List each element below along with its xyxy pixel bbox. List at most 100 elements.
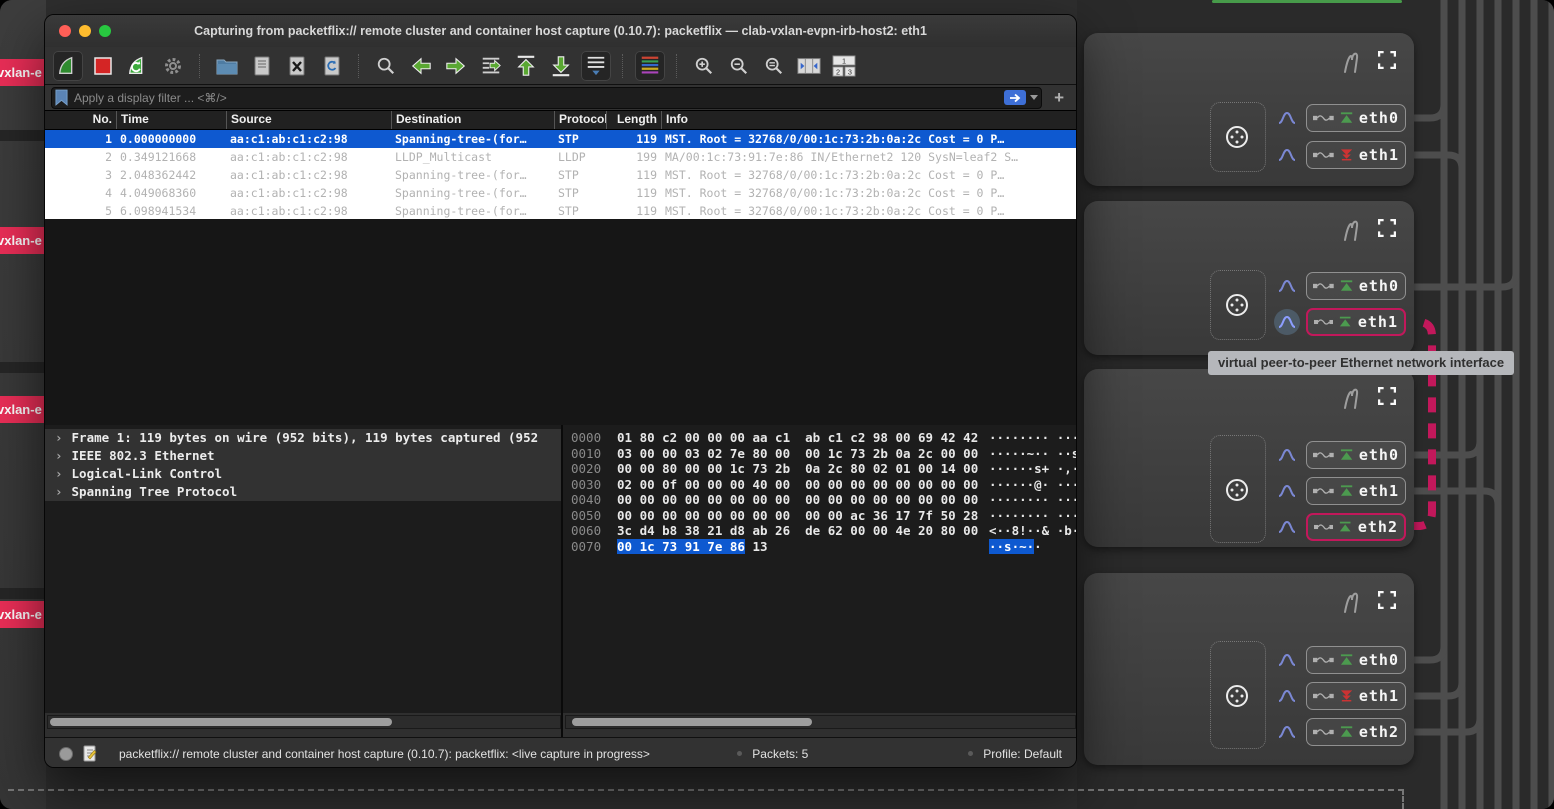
capture-comment-icon[interactable] <box>83 745 97 762</box>
chevron-icon[interactable]: › <box>55 484 63 499</box>
capture-wave-icon[interactable] <box>1274 478 1300 504</box>
save-file-button[interactable] <box>247 51 277 81</box>
packet-row[interactable]: 20.349121668aa:c1:ab:c1:c2:98LLDP_Multic… <box>45 148 1076 166</box>
packet-row[interactable]: 10.000000000aa:c1:ab:c1:c2:98Spanning-tr… <box>45 130 1076 148</box>
filter-bookmark-icon[interactable] <box>55 89 68 106</box>
interface-row: eth2 <box>1274 718 1406 746</box>
capture-wave-icon[interactable] <box>1274 647 1300 673</box>
resize-columns-button[interactable] <box>794 51 824 81</box>
capture-squiggle-icon[interactable] <box>1342 49 1364 75</box>
interface-row: eth1 <box>1274 141 1406 169</box>
chevron-icon[interactable]: › <box>55 430 63 445</box>
column-header-source[interactable]: Source <box>226 111 391 129</box>
open-file-button[interactable] <box>212 51 242 81</box>
profile-status[interactable]: Profile: Default <box>983 747 1062 761</box>
reload-file-button[interactable] <box>317 51 347 81</box>
expand-icon[interactable] <box>1378 387 1396 405</box>
capture-options-button[interactable] <box>158 51 188 81</box>
apply-filter-button[interactable] <box>1004 90 1026 105</box>
find-packet-button[interactable] <box>371 51 401 81</box>
capture-wave-icon[interactable] <box>1274 105 1300 131</box>
interface-chip-eth0[interactable]: eth0 <box>1306 441 1406 469</box>
go-to-last-packet-button[interactable] <box>546 51 576 81</box>
close-file-button[interactable] <box>282 51 312 81</box>
hex-row[interactable]: 003002 00 0f 00 00 00 40 00 00 00 00 00 … <box>563 477 1077 493</box>
node-badge[interactable]: vxlan-e <box>0 227 50 254</box>
hex-row[interactable]: 002000 00 80 00 00 1c 73 2b 0a 2c 80 02 … <box>563 461 1077 477</box>
capture-wave-icon[interactable] <box>1274 442 1300 468</box>
node-badge[interactable]: vxlan-e <box>0 396 50 423</box>
interface-chip-eth1[interactable]: eth1 <box>1306 141 1406 169</box>
hex-row[interactable]: 00603c d4 b8 38 21 d8 ab 26 de 62 00 00 … <box>563 523 1077 539</box>
previous-packet-button[interactable] <box>406 51 436 81</box>
filter-dropdown-caret[interactable] <box>1030 95 1038 100</box>
interface-chip-eth2[interactable]: eth2 <box>1306 718 1406 746</box>
interface-chip-eth2-selected[interactable]: eth2 <box>1306 513 1406 541</box>
column-header-no[interactable]: No. <box>45 111 116 129</box>
go-to-packet-button[interactable] <box>476 51 506 81</box>
details-horizontal-scrollbar[interactable] <box>47 715 561 729</box>
detail-row-llc[interactable]: ›Logical-Link Control <box>45 465 561 483</box>
colorize-packets-button[interactable] <box>635 51 665 81</box>
chevron-icon[interactable]: › <box>55 466 63 481</box>
capture-squiggle-icon[interactable] <box>1342 385 1364 411</box>
interface-chip-eth0[interactable]: eth0 <box>1306 104 1406 132</box>
column-header-destination[interactable]: Destination <box>391 111 554 129</box>
hex-row[interactable]: 005000 00 00 00 00 00 00 00 00 00 ac 36 … <box>563 508 1077 524</box>
packet-row[interactable]: 44.049068360aa:c1:ab:c1:c2:98Spanning-tr… <box>45 184 1076 202</box>
expand-icon[interactable] <box>1378 591 1396 609</box>
window-titlebar[interactable]: Capturing from packetflix:// remote clus… <box>45 15 1076 48</box>
capture-squiggle-icon[interactable] <box>1342 589 1364 615</box>
bytes-horizontal-scrollbar[interactable] <box>565 715 1076 729</box>
stop-capture-button[interactable] <box>88 51 118 81</box>
capture-wave-icon[interactable] <box>1274 683 1300 709</box>
start-capture-button[interactable] <box>53 51 83 81</box>
capture-wave-icon[interactable] <box>1274 142 1300 168</box>
interface-chip-eth0[interactable]: eth0 <box>1306 646 1406 674</box>
expand-icon[interactable] <box>1378 219 1396 237</box>
hex-row[interactable]: 001003 00 00 03 02 7e 80 00 00 1c 73 2b … <box>563 446 1077 462</box>
node-badge[interactable]: vxlan-e <box>0 601 50 628</box>
capture-wave-icon[interactable] <box>1274 719 1300 745</box>
auto-scroll-button[interactable] <box>581 51 611 81</box>
interface-chip-eth1[interactable]: eth1 <box>1306 682 1406 710</box>
packet-count: Packets: 5 <box>752 747 808 761</box>
status-bar: packetflix:// remote cluster and contain… <box>45 737 1076 768</box>
detail-row-stp[interactable]: ›Spanning Tree Protocol <box>45 483 561 501</box>
add-filter-button[interactable]: + <box>1048 88 1070 108</box>
expand-icon[interactable] <box>1378 51 1396 69</box>
detail-row-ethernet[interactable]: ›IEEE 802.3 Ethernet <box>45 447 561 465</box>
column-header-protocol[interactable]: Protocol <box>554 111 606 129</box>
restart-capture-button[interactable] <box>123 51 153 81</box>
zoom-in-button[interactable] <box>689 51 719 81</box>
capture-squiggle-icon[interactable] <box>1342 217 1364 243</box>
zoom-reset-button[interactable] <box>759 51 789 81</box>
packet-row[interactable]: 32.048362442aa:c1:ab:c1:c2:98Spanning-tr… <box>45 166 1076 184</box>
display-filter-field[interactable] <box>51 87 1042 109</box>
interface-row: eth2 <box>1274 513 1406 541</box>
interface-chip-eth1-selected[interactable]: eth1 <box>1306 308 1406 336</box>
interface-chip-eth1[interactable]: eth1 <box>1306 477 1406 505</box>
hex-row-highlighted[interactable]: 007000 1c 73 91 7e 86 13··s·~·· <box>563 539 1077 555</box>
expert-info-icon[interactable] <box>59 747 73 761</box>
capture-wave-icon[interactable] <box>1274 309 1300 335</box>
packet-row[interactable]: 56.098941534aa:c1:ab:c1:c2:98Spanning-tr… <box>45 202 1076 220</box>
layout-button[interactable]: 123 <box>829 51 859 81</box>
display-filter-input[interactable] <box>72 90 1000 106</box>
go-to-first-packet-button[interactable] <box>511 51 541 81</box>
column-header-info[interactable]: Info <box>661 111 1076 129</box>
detail-row-frame[interactable]: ›Frame 1: 119 bytes on wire (952 bits), … <box>45 429 561 447</box>
column-header-time[interactable]: Time <box>116 111 226 129</box>
next-packet-button[interactable] <box>441 51 471 81</box>
node-badge[interactable]: vxlan-e <box>0 59 50 86</box>
interface-chip-eth0[interactable]: eth0 <box>1306 272 1406 300</box>
hex-row[interactable]: 004000 00 00 00 00 00 00 00 00 00 00 00 … <box>563 492 1077 508</box>
column-header-length[interactable]: Length <box>606 111 661 129</box>
capture-wave-icon[interactable] <box>1274 514 1300 540</box>
scrollbar-thumb[interactable] <box>50 718 392 726</box>
capture-wave-icon[interactable] <box>1274 273 1300 299</box>
zoom-out-button[interactable] <box>724 51 754 81</box>
chevron-icon[interactable]: › <box>55 448 63 463</box>
hex-row[interactable]: 000001 80 c2 00 00 00 aa c1 ab c1 c2 98 … <box>563 430 1077 446</box>
scrollbar-thumb[interactable] <box>572 718 812 726</box>
